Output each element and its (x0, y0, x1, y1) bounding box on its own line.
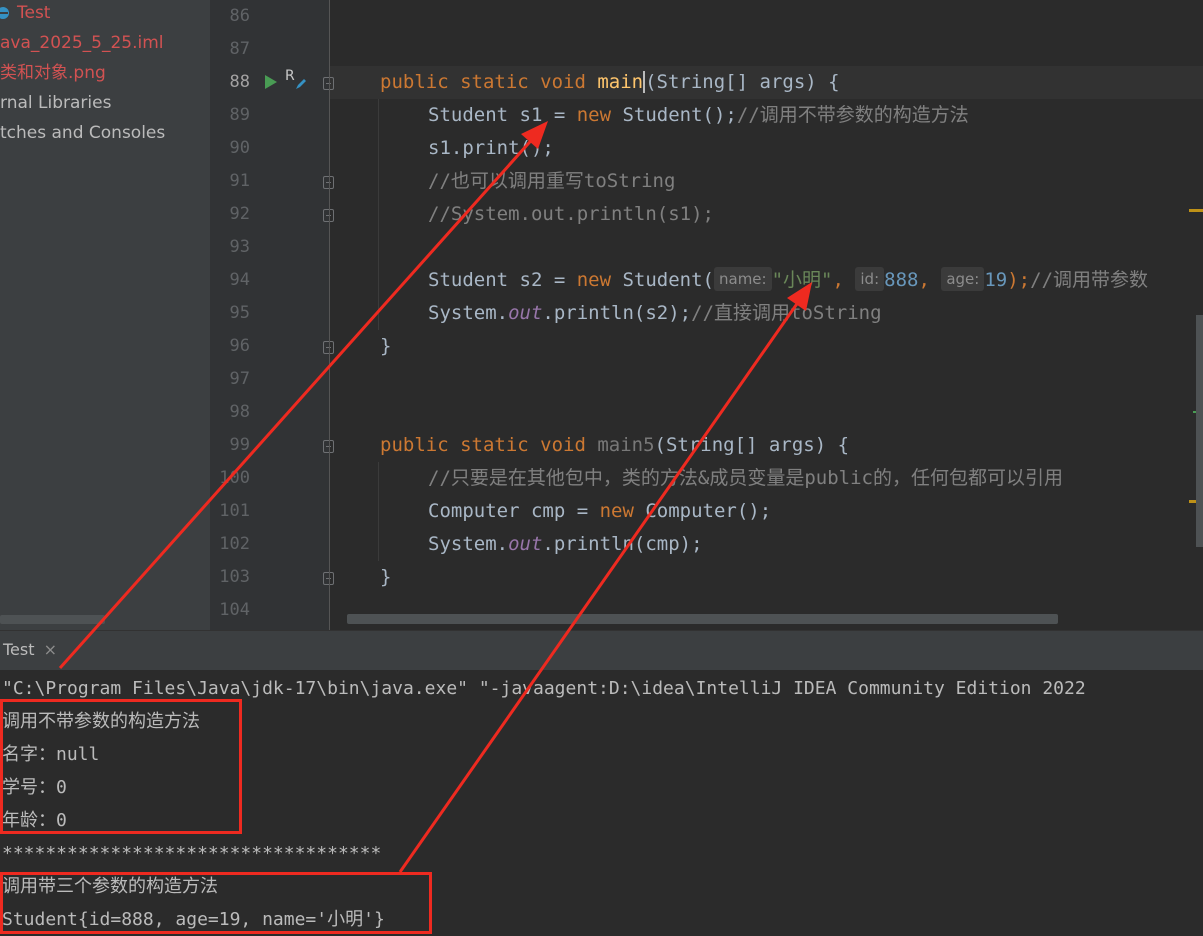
indent-guide (378, 99, 379, 330)
code-text: , (918, 269, 942, 291)
code-line-99[interactable]: public static void main5(String[] args) … (380, 429, 849, 462)
param-hint-name: name: (714, 267, 772, 291)
indent-guide (378, 462, 379, 561)
code-text: , (832, 269, 856, 291)
editor-horizontal-scrollbar[interactable] (347, 614, 1058, 624)
line-number: 100 (219, 468, 250, 488)
code-keyword: new (576, 104, 612, 126)
param-hint-id: id: (855, 267, 885, 291)
code-line-102[interactable]: System.out.println(cmp); (428, 528, 703, 561)
code-comment: //直接调用toString (691, 302, 882, 324)
code-line-94[interactable]: Student s2 = new Student(name: "小明", id: 8… (428, 264, 1148, 297)
class-indent-guide (329, 0, 330, 630)
project-horizontal-scrollbar[interactable] (0, 615, 105, 624)
code-text: Computer(); (633, 500, 772, 522)
code-keyword: new (576, 269, 612, 291)
code-text: } (380, 335, 392, 357)
line-number: 96 (229, 336, 250, 356)
code-comment: //也可以调用重写toString (428, 170, 676, 192)
code-line-90[interactable]: s1.print(); (428, 132, 554, 165)
line-number: 92 (229, 204, 250, 224)
line-number: 102 (219, 534, 250, 554)
code-static-field: out (508, 302, 543, 324)
line-number: 87 (229, 39, 250, 59)
tree-item-scratches[interactable]: tches and Consoles (0, 121, 165, 145)
code-line-95[interactable]: System.out.println(s2);//直接调用toString (428, 297, 882, 330)
code-text: System. (428, 533, 509, 555)
code-text: (String[] args) { (645, 71, 840, 93)
line-number: 98 (229, 402, 250, 422)
run-tab[interactable]: Test × (3, 640, 57, 659)
code-number: 888 (884, 269, 919, 291)
code-string: "小明" (771, 269, 833, 291)
code-line-91[interactable]: //也可以调用重写toString (428, 165, 675, 198)
line-number: 101 (219, 501, 250, 521)
annotation-box (0, 872, 432, 934)
run-tool-window-header: Test × (0, 630, 1203, 671)
code-line-96[interactable]: } (380, 330, 391, 363)
code-comment: //System.out.println(s1); (428, 203, 714, 225)
code-method-name: main (597, 71, 646, 93)
close-icon[interactable]: × (44, 640, 57, 659)
warning-marker[interactable] (1189, 209, 1203, 212)
code-editor[interactable]: 86 87 88 89 90 91 92 93 94 95 96 97 98 9… (210, 0, 1203, 630)
console-line: *********************************** (2, 843, 382, 864)
code-keyword: new (599, 500, 634, 522)
code-text: .println(cmp); (542, 533, 703, 555)
code-text: Computer cmp = (428, 500, 600, 522)
line-number: 94 (229, 270, 250, 290)
line-number: 97 (229, 369, 250, 389)
code-line-101[interactable]: Computer cmp = new Computer(); (428, 495, 771, 528)
code-line-92[interactable]: //System.out.println(s1); (428, 198, 714, 231)
project-tree-panel: Test ava_2025_5_25.iml 类和对象.png rnal Lib… (0, 0, 210, 630)
line-number: 93 (229, 237, 250, 257)
code-comment: //调用不带参数的构造方法 (736, 104, 969, 126)
code-text: Student s1 = (428, 104, 577, 126)
tree-item-external-libraries[interactable]: rnal Libraries (0, 91, 111, 115)
annotation-box (0, 699, 242, 834)
tree-item-iml[interactable]: ava_2025_5_25.iml (0, 31, 164, 55)
code-text: ); (1007, 269, 1031, 291)
code-static-field: out (508, 533, 543, 555)
edit-pencil-icon[interactable] (294, 77, 308, 91)
code-number: 19 (984, 269, 1008, 291)
code-text: s1.print(); (428, 137, 554, 159)
param-hint-age: age: (941, 267, 985, 291)
code-text: } (380, 566, 392, 588)
code-keyword: public static void (380, 434, 598, 456)
line-number: 89 (229, 105, 250, 125)
code-line-103[interactable]: } (380, 561, 391, 594)
line-number: 95 (229, 303, 250, 323)
line-number: 86 (229, 6, 250, 26)
code-text: Student( (611, 269, 714, 291)
code-line-88[interactable]: public static void main (String[] args) { (380, 66, 840, 99)
code-keyword: public static void (380, 71, 598, 93)
code-comment: //只要是在其他包中，类的方法&成员变量是public的，任何包都可以引用 (428, 467, 1063, 489)
line-number: 88 (229, 72, 250, 92)
editor-vertical-scrollbar[interactable] (1196, 315, 1203, 547)
tree-item-label: Test (17, 3, 51, 23)
code-text: .println(s2); (542, 302, 692, 324)
code-text: System. (428, 302, 509, 324)
line-number: 90 (229, 138, 250, 158)
line-number: 104 (219, 600, 250, 620)
run-tab-label: Test (3, 640, 35, 659)
line-number: 103 (219, 567, 250, 587)
run-gutter-icon[interactable] (264, 74, 278, 90)
code-line-100[interactable]: //只要是在其他包中，类的方法&成员变量是public的，任何包都可以引用 (428, 462, 1063, 495)
code-comment: //调用带参数 (1030, 269, 1149, 291)
code-text: (String[] args) { (654, 434, 850, 456)
code-text: Student(); (611, 104, 737, 126)
line-number: 99 (229, 435, 250, 455)
tree-item-png[interactable]: 类和对象.png (0, 61, 106, 85)
line-number: 91 (229, 171, 250, 191)
code-text: Student s2 = (428, 269, 577, 291)
code-method-name: main5 (597, 434, 655, 456)
code-line-89[interactable]: Student s1 = new Student();//调用不带参数的构造方法 (428, 99, 969, 132)
file-icon (0, 7, 9, 19)
